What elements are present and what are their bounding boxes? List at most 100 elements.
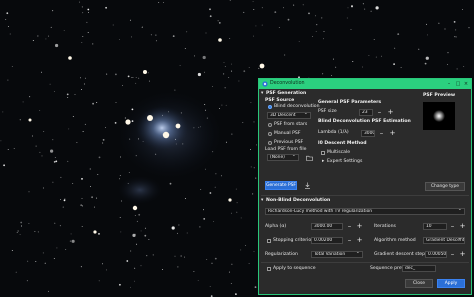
alpha-decrement-icon[interactable]: –	[346, 223, 353, 230]
iterations-increment-icon[interactable]: +	[459, 223, 466, 230]
star	[129, 19, 131, 21]
lambda-decrement-icon[interactable]: –	[378, 130, 385, 137]
star	[323, 31, 325, 32]
star	[400, 66, 402, 68]
iterations-decrement-icon[interactable]: –	[449, 223, 456, 230]
star	[352, 61, 354, 62]
star	[49, 83, 51, 85]
apply-to-sequence-checkbox[interactable]	[267, 267, 271, 271]
psf-from-stars-radio[interactable]	[268, 123, 272, 127]
star	[28, 191, 30, 193]
lambda-input[interactable]: 3000	[361, 130, 375, 137]
manual-psf-radio[interactable]	[268, 132, 272, 136]
star	[252, 193, 254, 195]
step-size-increment-icon[interactable]: +	[459, 251, 466, 258]
stopping-decrement-icon[interactable]: –	[346, 237, 353, 244]
star	[351, 6, 353, 8]
star	[134, 267, 136, 269]
minimize-icon[interactable]: –	[445, 80, 453, 88]
star	[427, 34, 428, 36]
folder-icon[interactable]	[306, 155, 313, 164]
change-type-button[interactable]: Change type	[425, 182, 465, 191]
alpha-input[interactable]: 3000.00	[311, 223, 343, 230]
non-blind-header[interactable]: Non-Blind Deconvolution	[266, 198, 330, 204]
lambda-increment-icon[interactable]: +	[389, 130, 396, 137]
psf-size-increment-icon[interactable]: +	[387, 109, 394, 116]
alpha-increment-icon[interactable]: +	[356, 223, 363, 230]
psf-file-chooser[interactable]: (None)	[267, 154, 299, 161]
apply-button[interactable]: Apply	[437, 279, 465, 288]
bright-star	[175, 123, 181, 129]
star	[209, 8, 211, 11]
star	[368, 55, 370, 56]
stopping-criterion-checkbox[interactable]	[267, 239, 271, 243]
star	[39, 151, 41, 153]
general-psf-parameters-header: General PSF Parameters	[318, 100, 382, 105]
star	[6, 12, 9, 15]
algorithm-method-select[interactable]: Gradient Descent	[423, 237, 465, 244]
multiscale-checkbox[interactable]	[321, 151, 325, 155]
close-button[interactable]: Close	[405, 279, 433, 288]
expert-settings-expander[interactable]: Expert Settings	[327, 159, 362, 165]
blind-deconvolution-radio[interactable]	[268, 105, 272, 109]
previous-psf-radio[interactable]	[268, 141, 272, 145]
stopping-criterion-input[interactable]: 0.00200	[311, 237, 343, 244]
star	[31, 135, 33, 137]
psf-size-input[interactable]: 23	[359, 109, 373, 116]
star	[393, 63, 395, 65]
star	[424, 62, 427, 65]
star	[53, 91, 55, 92]
psf-size-decrement-icon[interactable]: –	[376, 109, 383, 116]
star	[315, 30, 317, 32]
step-size-decrement-icon[interactable]: –	[449, 251, 456, 258]
star	[150, 34, 152, 36]
chevron-down-icon[interactable]: ▾	[261, 198, 263, 204]
star	[87, 32, 89, 34]
psf-generation-header[interactable]: PSF Generation	[266, 91, 306, 97]
star	[55, 160, 57, 162]
star	[206, 117, 208, 119]
step-size-input[interactable]: 0.00050	[425, 251, 447, 258]
star	[3, 164, 5, 167]
star	[11, 250, 13, 251]
method-select[interactable]: Richardson-Lucy method with TV regulariz…	[265, 208, 465, 215]
algorithm-select[interactable]: 3D Descent	[267, 112, 311, 119]
dialog-titlebar[interactable]: Deconvolution – □ ×	[259, 79, 471, 89]
star	[55, 43, 59, 48]
psf-preview-image	[423, 102, 455, 130]
iterations-input[interactable]: 10	[423, 223, 447, 230]
star	[114, 122, 117, 124]
star	[86, 21, 88, 23]
maximize-icon[interactable]: □	[454, 80, 462, 88]
chevron-down-icon[interactable]: ▾	[261, 91, 263, 97]
star	[370, 10, 372, 12]
star	[212, 86, 214, 87]
regularization-select[interactable]: Total Variation	[311, 251, 363, 258]
bright-star	[218, 38, 222, 42]
generate-psf-button[interactable]: Generate PSF	[265, 181, 297, 190]
sequence-prefix-input[interactable]: dec_	[402, 265, 436, 272]
stopping-increment-icon[interactable]: +	[356, 237, 363, 244]
star	[214, 186, 216, 188]
star	[105, 6, 107, 9]
star	[142, 141, 144, 142]
chevron-right-icon[interactable]: ▸	[322, 159, 324, 165]
star	[98, 156, 101, 159]
star	[455, 29, 457, 31]
star	[229, 38, 231, 39]
star	[11, 65, 13, 67]
star	[63, 199, 66, 202]
star	[146, 255, 148, 257]
save-icon[interactable]	[304, 182, 311, 192]
star	[9, 33, 11, 35]
star	[131, 36, 132, 38]
close-icon[interactable]: ×	[462, 80, 470, 88]
star	[426, 23, 427, 25]
dialog-title: Deconvolution	[270, 81, 305, 86]
star	[56, 247, 58, 249]
star	[248, 263, 250, 264]
star	[225, 141, 227, 143]
star	[238, 80, 240, 82]
star	[127, 182, 129, 184]
star	[205, 109, 206, 111]
